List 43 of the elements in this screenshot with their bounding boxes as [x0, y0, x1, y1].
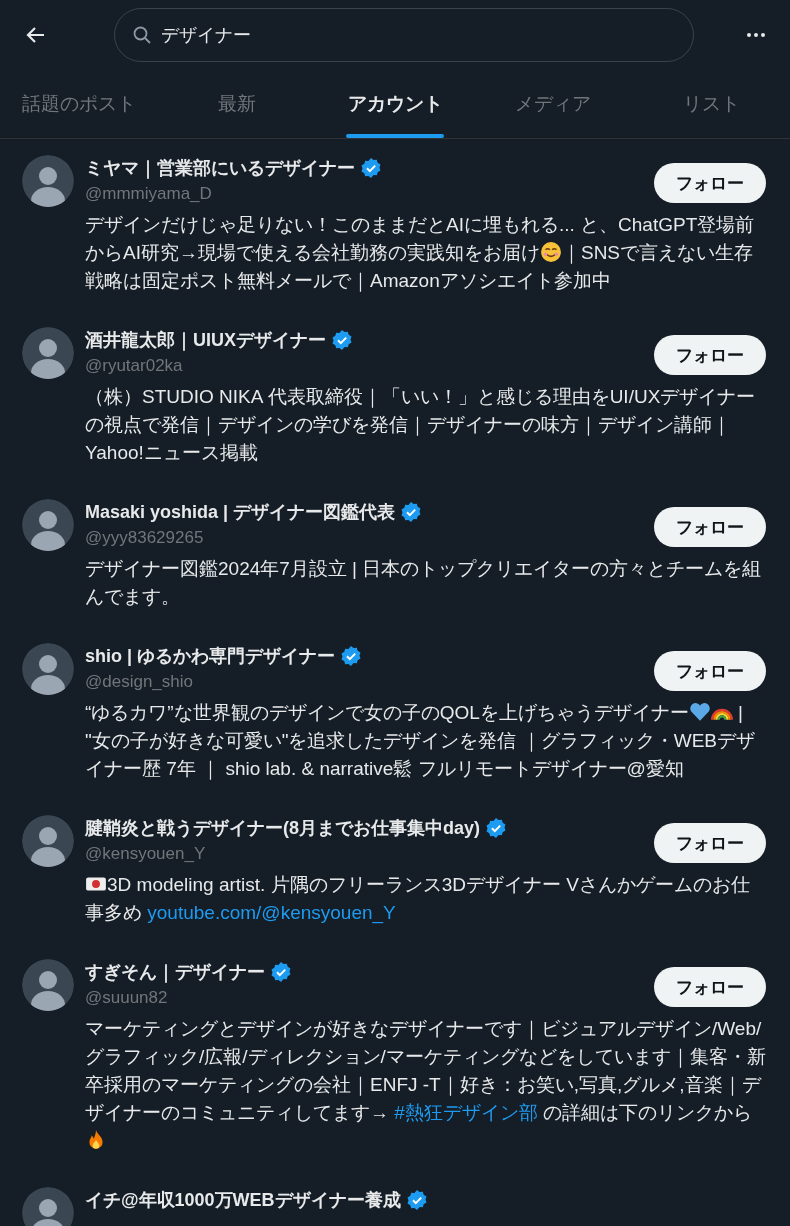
avatar-icon[interactable] [22, 1187, 74, 1226]
bio-link[interactable]: youtube.com/@kensyouen_Y [147, 902, 396, 923]
tab[interactable]: 最新 [158, 70, 316, 138]
account-bio: デザインだけじゃ足りない！このままだとAIに埋もれる... と、ChatGPT登場前からAI研究→現場で使える会社勤務の実践知をお届け ｜SNSで言えない生存戦略は固定ポスト無料メールで｜Amazonアソシエイト参加中 [85, 213, 756, 294]
avatar-icon[interactable] [22, 643, 74, 695]
account-name[interactable]: すぎそん｜デザイナー [85, 959, 265, 985]
account-name[interactable]: Masaki yoshida | デザイナー図鑑代表 [85, 499, 396, 525]
account-bio: 3D modeling artist. 片隅のフリーランス3Dデザイナー Vさんかゲームのお仕事多め youtube.com/@kensyouen_Y [85, 872, 751, 926]
account-handle: @design_shio [85, 671, 194, 693]
account-bio: マーケティングとデザインが好きなデザイナーです｜ビジュアルデザイン/Web/グラフィック/広報/ディレクション/マーケティングなどをしています｜集客・新卒採用のマーケティングの会社｜ENFJ -T｜好き：お笑い,写真,グルメ,音楽｜デザイナーのコミュニティしてます→ #熱狂デザイン部 の詳細は下のリンクから [85, 1015, 766, 1155]
account-handle: @suuun82 [85, 987, 169, 1009]
account-bio: （株）STUDIO NIKA 代表取締役｜「いい！」と感じる理由をUI/UXデザイナーの視点で発信｜デザインの学びを発信｜デザイナーの味方｜デザイン講師｜Yahoo!ニュース掲載 [85, 385, 757, 465]
follow-button[interactable]: フォロー [654, 335, 766, 375]
account-handle: @mmmiyama_D [85, 183, 213, 205]
account-handle: @yyy83629265 [85, 527, 205, 549]
heart-icon [688, 701, 711, 723]
search-icon [132, 25, 152, 45]
tab[interactable]: リスト [632, 70, 790, 138]
account-name[interactable]: イチ@年収1000万WEBデザイナー養成 [85, 1187, 401, 1213]
account-bio: “ゆるカワ”な世界観のデザインで女の子のQOLを上げちゃうデザイナー | "女の子が好きな可愛い"を追求したデザインを発信 ｜グラフィック・WEBデザイナー歴 7年 ｜ shio lab. & narrative鬆 フルリモートデザイナー@愛知 [85, 700, 757, 782]
account-name[interactable]: 酒井龍太郎｜UIUXデザイナー [85, 327, 326, 353]
account-name[interactable]: ミヤマ｜営業部にいるデザイナー [85, 155, 355, 181]
avatar-icon[interactable] [22, 155, 74, 207]
account-bio: デザイナー図鑑2024年7月設立 | 日本のトップクリエイターの方々とチームを組んでます。 [85, 557, 763, 609]
account-name[interactable]: 腱鞘炎と戦うデザイナー(8月までお仕事集中day) [85, 815, 480, 841]
follow-button[interactable]: フォロー [654, 823, 766, 863]
tab[interactable]: メディア [474, 70, 632, 138]
tab[interactable]: アカウント [316, 70, 474, 138]
account-name[interactable]: shio | ゆるかわ専門デザイナー [85, 643, 336, 669]
avatar-icon[interactable] [22, 959, 74, 1011]
follow-button[interactable]: フォロー [654, 507, 766, 547]
account-handle: @ryutar02ka [85, 355, 184, 377]
avatar-icon[interactable] [22, 815, 74, 867]
bio-link[interactable]: #熱狂デザイン部 [394, 1102, 538, 1123]
smiley-icon [539, 241, 562, 263]
follow-button[interactable]: フォロー [654, 967, 766, 1007]
avatar-icon[interactable] [22, 499, 74, 551]
avatar-icon[interactable] [22, 327, 74, 379]
tab[interactable]: 話題のポスト [0, 70, 158, 138]
account-handle: @kensyouen_Y [85, 843, 207, 865]
search-field[interactable]: デザイナー [114, 8, 694, 62]
follow-button[interactable]: フォロー [654, 163, 766, 203]
follow-button[interactable]: フォロー [654, 651, 766, 691]
